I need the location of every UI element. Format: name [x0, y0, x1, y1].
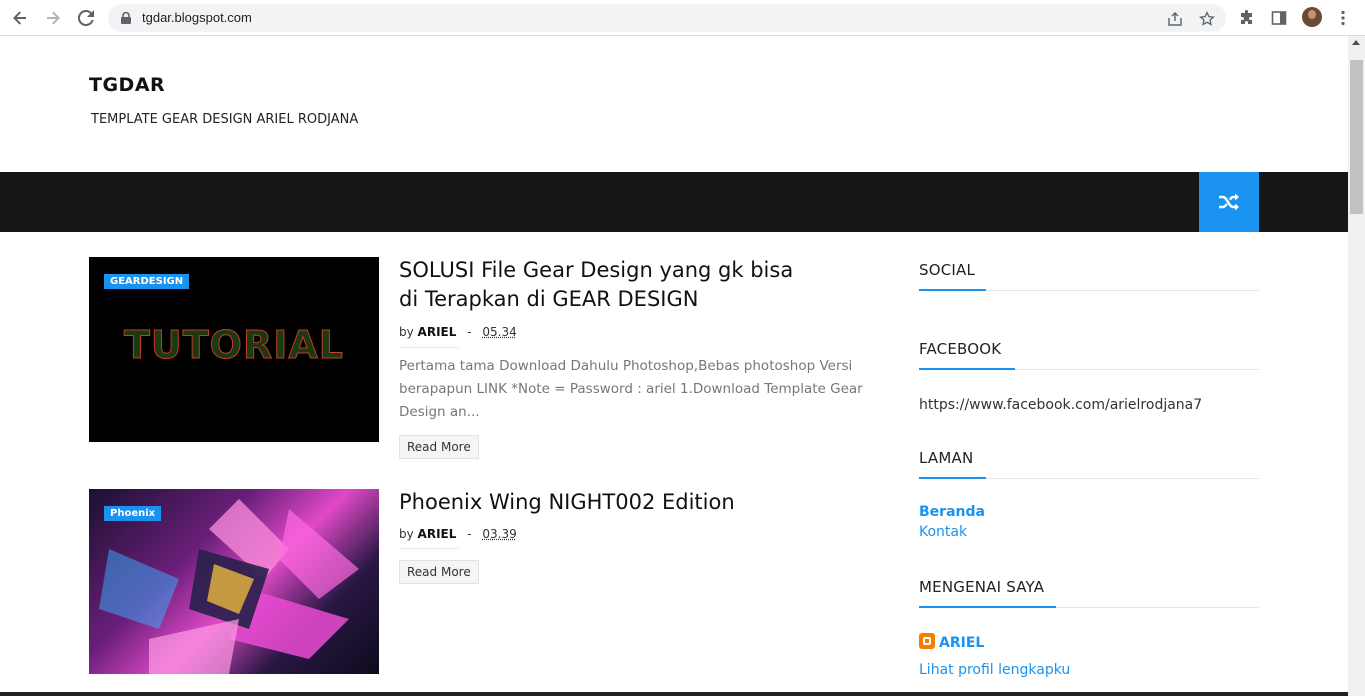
blogger-icon — [919, 633, 935, 649]
page-scrollbar[interactable] — [1348, 36, 1365, 696]
post-thumbnail[interactable]: Phoenix — [89, 489, 379, 674]
scroll-thumb[interactable] — [1350, 60, 1363, 214]
arrow-right-icon — [47, 11, 60, 25]
widget-title-about: MENGENAI SAYA — [919, 578, 1045, 596]
widget-accent — [919, 606, 1056, 608]
bottom-edge — [0, 692, 1348, 696]
bookmark-button[interactable] — [1198, 10, 1216, 28]
post-author[interactable]: ARIEL — [418, 325, 457, 339]
post-time[interactable]: 03.39 — [482, 527, 516, 541]
reload-button[interactable] — [74, 6, 98, 30]
kebab-menu-icon — [1341, 10, 1345, 26]
share-button[interactable] — [1166, 10, 1184, 28]
browser-toolbar: tgdar.blogspot.com — [0, 0, 1365, 36]
read-more-button[interactable]: Read More — [399, 435, 479, 459]
puzzle-icon — [1241, 10, 1252, 24]
back-button[interactable] — [8, 6, 32, 30]
by-text: by — [399, 527, 414, 541]
widget-title-facebook: FACEBOOK — [919, 340, 1002, 358]
page-link-beranda[interactable]: Beranda — [919, 504, 985, 520]
page-link-kontak[interactable]: Kontak — [919, 524, 967, 540]
share-icon — [1168, 12, 1182, 26]
main-navbar — [0, 172, 1348, 232]
post-time[interactable]: 05.34 — [482, 325, 516, 339]
profile-name-link[interactable]: ARIEL — [939, 635, 984, 651]
extensions-button[interactable] — [1237, 8, 1257, 28]
by-text: by — [399, 325, 414, 339]
meta-divider — [399, 347, 459, 348]
site-title[interactable]: TGDAR — [89, 74, 165, 96]
arrow-left-icon — [13, 11, 26, 25]
shuffle-icon — [1219, 193, 1239, 211]
url-text: tgdar.blogspot.com — [142, 10, 252, 25]
widget-accent — [919, 368, 1015, 370]
side-panel-icon — [1271, 11, 1287, 25]
widget-title-laman: LAMAN — [919, 449, 974, 467]
post-meta: by ARIEL - 03.39 — [399, 527, 517, 541]
star-icon — [1199, 11, 1215, 26]
post-label-badge[interactable]: Phoenix — [104, 506, 162, 521]
post-snippet: Pertama tama Download Dahulu Photoshop,B… — [399, 358, 863, 420]
facebook-url-text: https://www.facebook.com/arielrodjana7 — [919, 397, 1203, 413]
forward-button[interactable] — [41, 6, 65, 30]
post-title[interactable]: Phoenix Wing NIGHT002 Edition — [399, 488, 819, 517]
site-description: TEMPLATE GEAR DESIGN ARIEL RODJANA — [91, 112, 359, 127]
address-bar[interactable]: tgdar.blogspot.com — [108, 4, 1226, 32]
profile-avatar[interactable] — [1302, 7, 1322, 27]
widget-accent — [919, 289, 986, 291]
post-meta: by ARIEL - 05.34 — [399, 325, 517, 339]
thumbnail-text: TUTORIAL — [123, 323, 345, 368]
post-thumbnail[interactable]: GEARDESIGN TUTORIAL — [89, 257, 379, 442]
post-label-badge[interactable]: GEARDESIGN — [104, 274, 190, 289]
scroll-up-arrow-icon[interactable] — [1352, 40, 1360, 45]
menu-button[interactable] — [1333, 8, 1353, 28]
meta-separator: - — [467, 325, 472, 339]
read-more-button[interactable]: Read More — [399, 560, 479, 584]
meta-divider — [399, 548, 459, 549]
widget-accent — [919, 477, 986, 479]
post-title[interactable]: SOLUSI File Gear Design yang gk bisa di … — [399, 256, 819, 314]
meta-separator: - — [467, 527, 472, 541]
random-post-button[interactable] — [1199, 172, 1259, 232]
view-profile-link[interactable]: Lihat profil lengkapku — [919, 662, 1070, 678]
reload-icon — [78, 10, 94, 26]
widget-title-social: SOCIAL — [919, 261, 976, 279]
side-panel-button[interactable] — [1269, 8, 1289, 28]
post-author[interactable]: ARIEL — [418, 527, 457, 541]
lock-icon — [121, 12, 131, 24]
